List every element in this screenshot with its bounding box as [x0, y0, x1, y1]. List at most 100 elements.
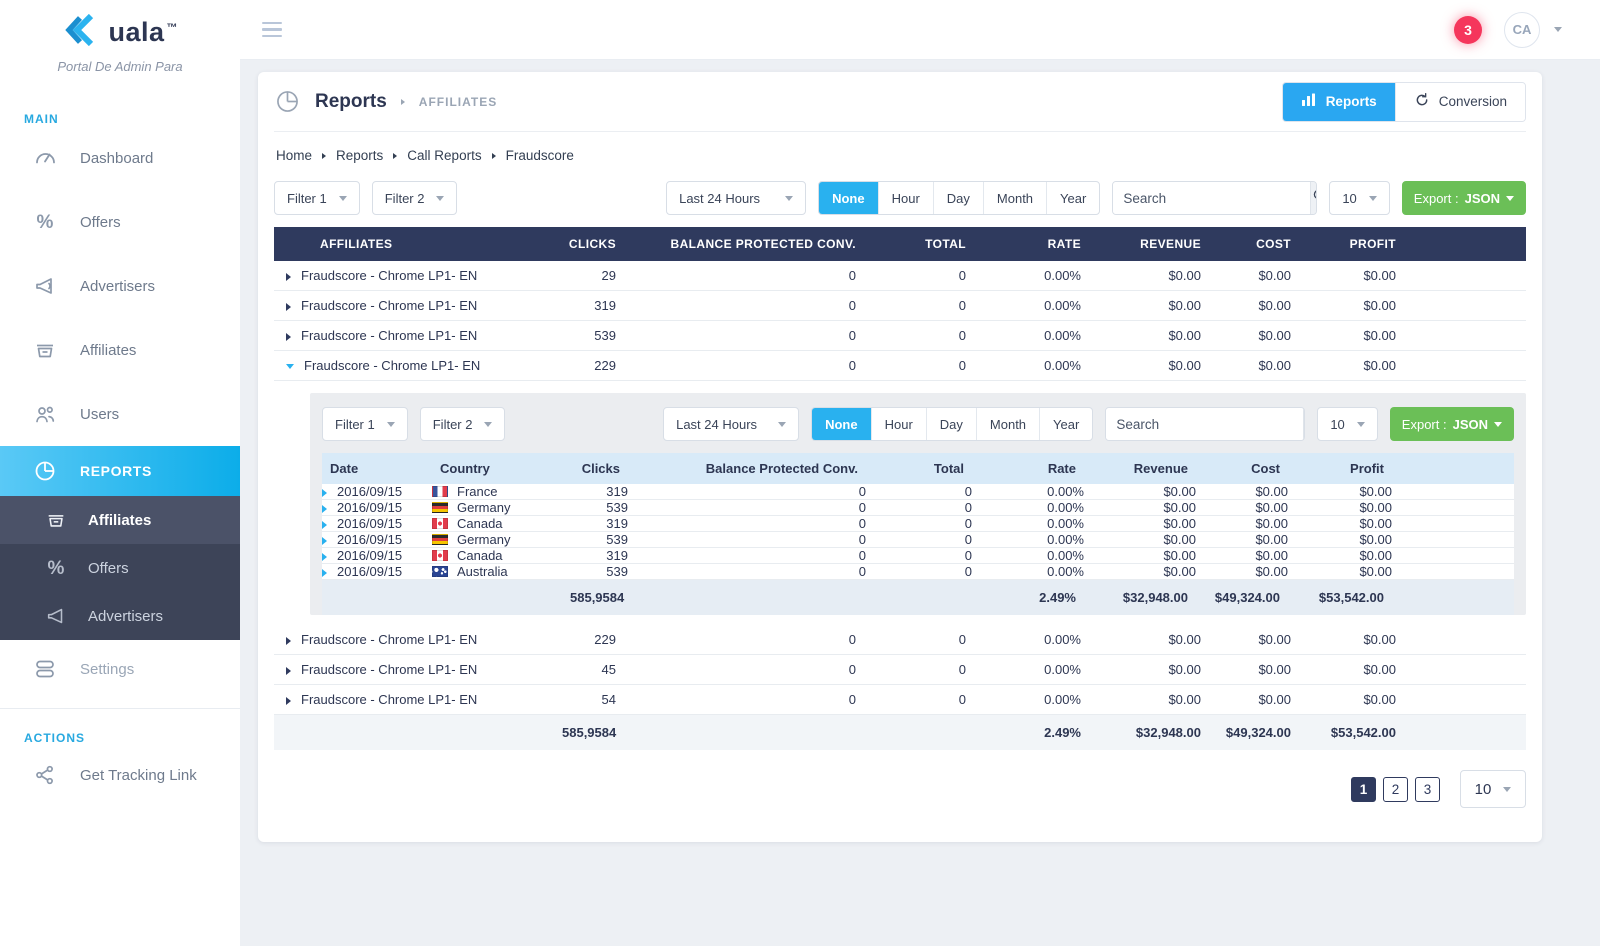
cell-total: 0 [864, 625, 974, 655]
logo-subtitle: Portal De Admin Para [0, 59, 240, 74]
expand-toggle-icon[interactable] [322, 489, 327, 497]
chevron-right-icon [393, 153, 397, 159]
expand-toggle-icon[interactable] [322, 521, 327, 529]
nested-segment-hour[interactable]: Hour [871, 408, 926, 440]
nested-page-size-dropdown[interactable]: 10 [1317, 407, 1377, 441]
export-json-button[interactable]: Export : JSON [1402, 181, 1526, 215]
tab-label: Conversion [1439, 94, 1507, 109]
search-input[interactable] [1113, 182, 1310, 214]
expand-toggle-icon[interactable] [322, 553, 327, 561]
sidebar-item-reports[interactable]: REPORTS [0, 446, 240, 496]
expand-toggle-icon[interactable] [286, 273, 291, 281]
segment-year[interactable]: Year [1046, 182, 1099, 214]
nested-search-button[interactable] [1303, 408, 1305, 440]
submenu-item-affiliates[interactable]: Affiliates [0, 496, 240, 544]
logo[interactable]: uala ™ [62, 14, 177, 51]
topbar-right: 3 CA [1454, 12, 1562, 48]
cell-total: 0 [864, 685, 974, 715]
nested-export-json-button[interactable]: Export : JSON [1390, 407, 1514, 441]
segment-month[interactable]: Month [983, 182, 1046, 214]
cell-cost: $0.00 [1196, 500, 1288, 516]
submenu-item-advertisers[interactable]: Advertisers [0, 592, 240, 640]
cell-clicks: 54 [554, 685, 624, 715]
users-icon [32, 402, 58, 426]
cell-revenue: $0.00 [1084, 484, 1196, 500]
segment-hour[interactable]: Hour [878, 182, 933, 214]
search-button[interactable] [1310, 182, 1317, 214]
expand-toggle-icon[interactable] [286, 697, 291, 705]
tab-conversion[interactable]: Conversion [1395, 83, 1525, 121]
cell-date: 2016/09/15 [337, 564, 402, 579]
chevron-down-icon[interactable] [1554, 27, 1562, 32]
cell-total: 0 [864, 261, 974, 291]
date-range-dropdown[interactable]: Last 24 Hours [666, 181, 806, 215]
cell-rate: 0.00% [972, 516, 1084, 532]
cell-balance: 0 [628, 484, 866, 500]
nested-search-input[interactable] [1106, 408, 1303, 440]
chevron-down-icon [1506, 196, 1514, 201]
nested-segment-day[interactable]: Day [926, 408, 976, 440]
sidebar-item-advertisers[interactable]: Advertisers [0, 254, 240, 318]
hamburger-icon[interactable] [262, 22, 282, 38]
total-rate: 2.49% [972, 580, 1084, 616]
sidebar-item-get-tracking-link[interactable]: Get Tracking Link [0, 745, 240, 805]
sidebar-item-label: Affiliates [80, 342, 136, 359]
expand-toggle-icon[interactable] [286, 333, 291, 341]
sidebar-item-users[interactable]: Users [0, 382, 240, 446]
sidebar-item-settings[interactable]: Settings [0, 640, 240, 698]
cell-revenue: $0.00 [1089, 261, 1209, 291]
page-size-dropdown[interactable]: 10 [1329, 181, 1389, 215]
notification-badge[interactable]: 3 [1454, 16, 1482, 44]
nested-segment-year[interactable]: Year [1039, 408, 1092, 440]
toolbar: Filter 1 Filter 2 Last 24 Hours None Hou… [274, 181, 1526, 215]
col-cost: Cost [1196, 453, 1288, 484]
segment-day[interactable]: Day [933, 182, 983, 214]
cell-cost: $0.00 [1196, 484, 1288, 500]
nested-date-range-dropdown[interactable]: Last 24 Hours [663, 407, 799, 441]
collapse-toggle-icon[interactable] [286, 364, 294, 369]
logo-tm: ™ [167, 22, 178, 34]
nested-filter1-dropdown[interactable]: Filter 1 [322, 407, 408, 441]
page-button-2[interactable]: 2 [1383, 777, 1408, 802]
pagination-page-size-dropdown[interactable]: 10 [1460, 770, 1526, 808]
expand-toggle-icon[interactable] [322, 537, 327, 545]
sidebar-item-label: Offers [80, 214, 121, 231]
col-revenue: REVENUE [1089, 227, 1209, 261]
filter2-dropdown[interactable]: Filter 2 [372, 181, 458, 215]
sidebar-item-offers[interactable]: % Offers [0, 190, 240, 254]
cell-cost: $0.00 [1196, 516, 1288, 532]
avatar[interactable]: CA [1504, 12, 1540, 48]
expand-toggle-icon[interactable] [322, 569, 327, 577]
submenu-item-offers[interactable]: % Offers [0, 544, 240, 592]
segment-none[interactable]: None [819, 182, 878, 214]
nested-filter2-dropdown[interactable]: Filter 2 [420, 407, 506, 441]
kuala-chevrons-icon [62, 14, 106, 51]
filter1-dropdown[interactable]: Filter 1 [274, 181, 360, 215]
breadcrumb-home[interactable]: Home [276, 148, 312, 163]
detail-row: 2016/09/15 Germany 539 0 0 0.00% $0.00 $… [322, 532, 1514, 548]
cell-date: 2016/09/15 [337, 500, 402, 515]
sidebar-item-label: Get Tracking Link [80, 767, 197, 784]
expand-toggle-icon[interactable] [286, 667, 291, 675]
sidebar-item-dashboard[interactable]: Dashboard [0, 126, 240, 190]
sidebar-item-affiliates[interactable]: Affiliates [0, 318, 240, 382]
col-clicks: Clicks [562, 453, 628, 484]
expand-toggle-icon[interactable] [286, 303, 291, 311]
cell-revenue: $0.00 [1084, 548, 1196, 564]
chevron-down-icon [387, 422, 395, 427]
page-button-3[interactable]: 3 [1415, 777, 1440, 802]
expand-toggle-icon[interactable] [286, 637, 291, 645]
date-range-label: Last 24 Hours [679, 191, 760, 206]
page-button-1[interactable]: 1 [1351, 777, 1376, 802]
cell-cost: $0.00 [1209, 351, 1299, 381]
expand-toggle-icon[interactable] [322, 505, 327, 513]
breadcrumb-reports[interactable]: Reports [336, 148, 383, 163]
detail-row: 2016/09/15 Canada 319 0 0 0.00% $0.00 $0… [322, 548, 1514, 564]
breadcrumb-call-reports[interactable]: Call Reports [407, 148, 481, 163]
chevron-right-icon [492, 153, 496, 159]
nested-segment-none[interactable]: None [812, 408, 871, 440]
nested-segment-month[interactable]: Month [976, 408, 1039, 440]
col-balance: BALANCE PROTECTED CONV. [624, 227, 864, 261]
tab-reports[interactable]: Reports [1283, 83, 1395, 121]
cell-cost: $0.00 [1196, 564, 1288, 580]
